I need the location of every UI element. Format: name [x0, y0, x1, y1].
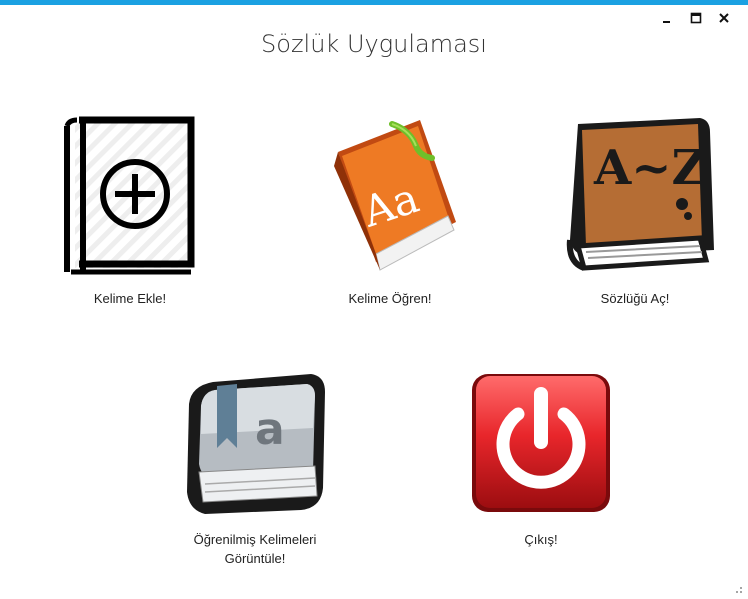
- close-icon: [719, 13, 729, 23]
- learn-word-label: Kelime Öğren!: [348, 291, 432, 306]
- dictionary-a-z-icon: A~Z: [566, 118, 714, 271]
- learned-words-book-icon: a: [187, 374, 325, 514]
- minimize-icon: [663, 21, 670, 23]
- exit-tile[interactable]: Çıkış!: [453, 368, 629, 549]
- view-learned-words-label-line1: Öğrenilmiş Kelimeleri: [193, 532, 317, 547]
- minimize-button[interactable]: [654, 9, 682, 27]
- window-title: Sözlük Uygulaması: [261, 30, 487, 58]
- window-controls: [654, 9, 738, 27]
- add-word-tile[interactable]: Kelime Ekle!: [40, 112, 220, 308]
- open-dictionary-tile[interactable]: A~Z Sözlüğü Aç!: [545, 112, 725, 308]
- svg-text:A~Z: A~Z: [593, 140, 707, 196]
- power-icon: [472, 374, 610, 512]
- svg-text:a: a: [255, 404, 285, 455]
- maximize-button[interactable]: [682, 9, 710, 27]
- view-learned-words-label-line2: Görüntüle!: [224, 551, 286, 566]
- maximize-icon: [690, 12, 702, 24]
- learn-word-book-icon: Aa: [333, 120, 456, 271]
- open-dictionary-label: Sözlüğü Aç!: [600, 291, 670, 306]
- view-learned-words-tile[interactable]: a Öğrenilmiş Kelimeleri Görüntüle!: [160, 368, 350, 568]
- add-word-label: Kelime Ekle!: [93, 291, 167, 306]
- resize-grip-icon[interactable]: [733, 584, 743, 594]
- exit-label: Çıkış!: [524, 532, 558, 547]
- close-button[interactable]: [710, 9, 738, 27]
- window-accent-bar: [0, 0, 748, 5]
- add-word-book-icon: [64, 116, 195, 275]
- view-learned-words-label: Öğrenilmiş Kelimeleri Görüntüle!: [194, 530, 317, 568]
- learn-word-tile[interactable]: Aa Kelime Öğren!: [300, 112, 480, 308]
